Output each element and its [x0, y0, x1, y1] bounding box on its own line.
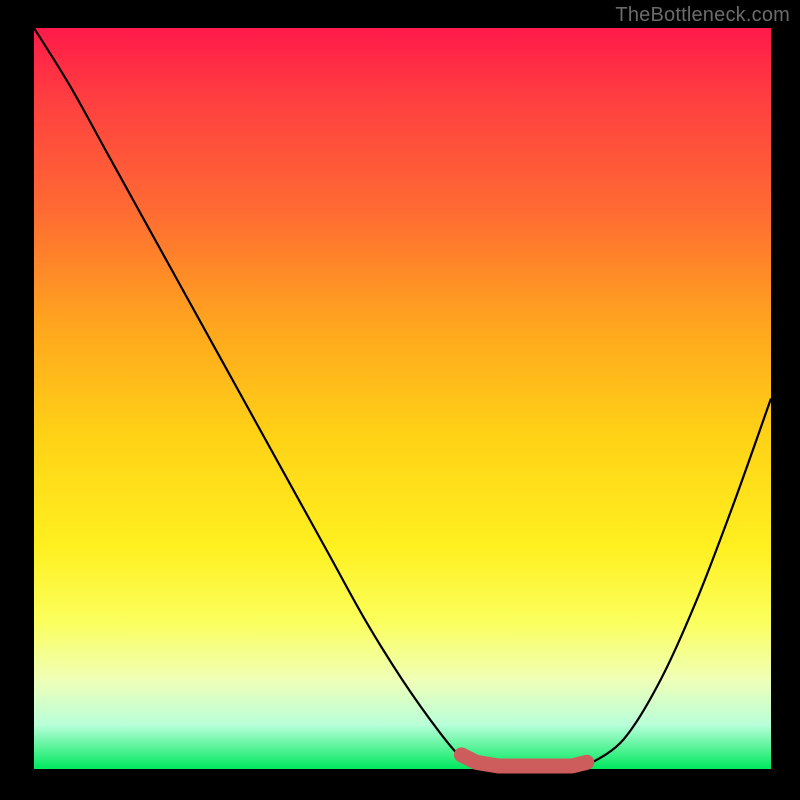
optimal-range-marker — [461, 755, 586, 766]
chart-svg — [0, 0, 800, 800]
watermark-text: TheBottleneck.com — [615, 4, 790, 27]
bottleneck-curve — [34, 28, 771, 769]
